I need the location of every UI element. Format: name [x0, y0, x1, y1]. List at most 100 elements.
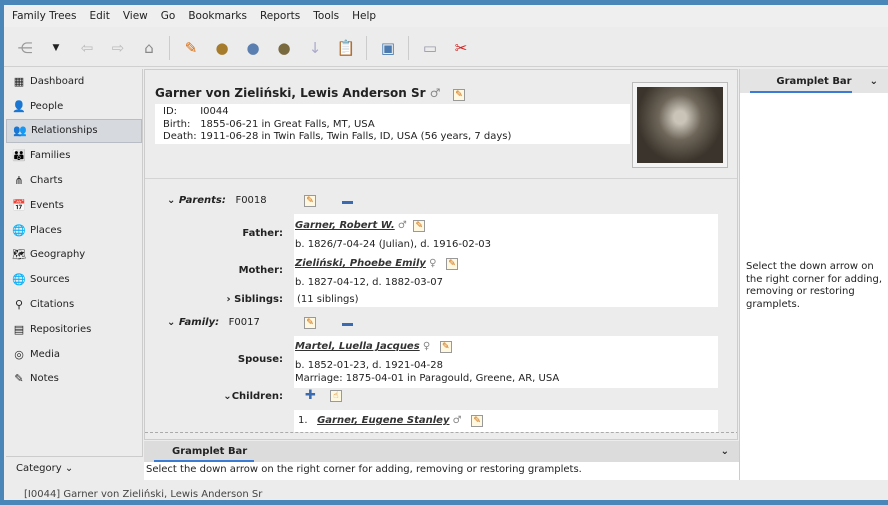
siblings-label: Siblings: — [234, 294, 283, 305]
father-link[interactable]: Garner, Robert W. — [295, 220, 395, 231]
edit-child-icon[interactable]: ✎ — [471, 415, 484, 427]
sidebar-item-families[interactable]: 👪 Families — [6, 143, 142, 168]
dashboard-icon: ▦ — [13, 74, 25, 88]
sidebar-item-places[interactable]: 🌐 Places — [6, 218, 142, 243]
spouse-link[interactable]: Martel, Luella Jacques — [295, 341, 420, 352]
children-label: Children: — [231, 391, 283, 402]
edit-family-icon[interactable]: ✎ — [304, 195, 316, 207]
menu-go[interactable]: Go — [161, 10, 176, 22]
children-toggle[interactable]: ⌄Children: — [153, 391, 283, 402]
sidebar-item-dashboard[interactable]: ▦ Dashboard — [6, 69, 142, 94]
cut-icon[interactable]: ✂ — [450, 37, 472, 59]
menu-bar: Family Trees Edit View Go Bookmarks Reports To… — [4, 5, 888, 27]
family-header[interactable]: ⌄ Family: F0017 — [167, 317, 260, 328]
gramplet-tab[interactable]: Gramplet Bar ⌄ — [740, 69, 888, 93]
status-bar: [I0044] Garner von Zieliński, Lewis Ande… — [4, 483, 888, 505]
geography-icon: 🗺 — [12, 248, 26, 262]
gramplet-tab-label: Gramplet Bar — [172, 446, 248, 457]
menu-family-trees[interactable]: Family Trees — [12, 10, 76, 22]
sidebar-item-label: Citations — [30, 299, 75, 311]
media-icon[interactable]: ▭ — [419, 37, 441, 59]
person-info: ID: I0044 Birth: 1855-06-21 in Great Fal… — [155, 104, 630, 144]
relationships-icon: 👥 — [13, 124, 27, 138]
gramplet-tab[interactable]: Gramplet Bar ⌄ — [144, 441, 739, 462]
sidebar-item-notes[interactable]: ✎ Notes — [6, 367, 142, 392]
add-family-icon[interactable]: ● — [242, 37, 264, 59]
sidebar-item-media[interactable]: ◎ Media — [6, 342, 142, 367]
sidebar-item-relationships[interactable]: 👥 Relationships — [6, 118, 142, 144]
menu-view[interactable]: View — [123, 10, 148, 22]
chevron-down-icon[interactable]: ⌄ — [870, 76, 878, 87]
relationship-view: Garner von Zieliński, Lewis Anderson Sr … — [144, 69, 738, 440]
gramplet-tab-label: Gramplet Bar — [776, 75, 852, 87]
edit-spouse-icon[interactable]: ✎ — [439, 341, 452, 353]
add-child-icon[interactable]: ✚ — [305, 388, 316, 403]
sidebar-item-label: Sources — [30, 274, 70, 286]
forward-icon[interactable]: ⇨ — [107, 37, 129, 59]
tree-icon[interactable]: ⋲ — [14, 37, 36, 59]
media-icon: ◎ — [14, 347, 24, 361]
death-label: Death: — [163, 131, 197, 142]
separator — [169, 35, 170, 60]
add-person-icon[interactable]: ● — [211, 37, 233, 59]
female-icon: ♀ — [422, 341, 431, 352]
edit-family-icon[interactable]: ✎ — [304, 317, 316, 329]
marriage-info: Marriage: 1875-04-01 in Paragould, Green… — [295, 373, 560, 384]
edit-father-icon[interactable]: ✎ — [413, 220, 426, 232]
people-icon[interactable]: ● — [273, 37, 295, 59]
sidebar-item-repositories[interactable]: ▤ Repositories — [6, 317, 142, 342]
edit-person-icon[interactable]: ✎ — [453, 89, 466, 101]
dropdown-icon[interactable]: ▼ — [45, 37, 67, 59]
menu-help[interactable]: Help — [352, 10, 376, 22]
child-link[interactable]: Garner, Eugene Stanley — [317, 415, 449, 426]
chevron-down-icon: ⌄ — [61, 463, 74, 474]
bottom-gramplet-bar: Gramplet Bar ⌄ Select the down arrow on t… — [144, 441, 739, 480]
mother-link[interactable]: Zieliński, Phoebe Emily — [295, 258, 426, 269]
parents-id: F0018 — [235, 195, 267, 206]
charts-icon: ⋔ — [14, 174, 24, 188]
clipboard-icon[interactable]: 📋 — [335, 37, 357, 59]
sidebar-item-events[interactable]: 📅 Events — [6, 193, 142, 218]
spouse-label: Spouse: — [237, 354, 283, 365]
home-icon[interactable]: ⌂ — [138, 37, 160, 59]
status-text: [I0044] Garner von Zieliński, Lewis Ande… — [24, 488, 263, 500]
menu-tools[interactable]: Tools — [313, 10, 339, 22]
parents-header[interactable]: ⌄ Parents: F0018 — [167, 195, 267, 206]
events-icon: 📅 — [12, 198, 26, 212]
sidebar-item-sources[interactable]: 🌐 Sources — [6, 267, 142, 292]
remove-family-icon[interactable] — [342, 201, 353, 204]
edit-mother-icon[interactable]: ✎ — [445, 258, 458, 270]
sidebar-item-geography[interactable]: 🗺 Geography — [6, 243, 142, 268]
mother-label: Mother: — [238, 265, 283, 276]
sidebar-item-label: Notes — [30, 373, 59, 385]
child-number: 1. — [298, 415, 308, 426]
down-arrow-icon[interactable]: ↓ — [304, 37, 326, 59]
siblings-count[interactable]: (11 siblings) — [297, 294, 359, 305]
chevron-down-icon[interactable]: ⌄ — [721, 446, 729, 457]
sidebar-item-people[interactable]: 👤 People — [6, 94, 142, 119]
back-icon[interactable]: ⇦ — [76, 37, 98, 59]
remove-family-icon[interactable] — [342, 323, 353, 326]
family-id: F0017 — [228, 317, 260, 328]
sidebar-item-charts[interactable]: ⋔ Charts — [6, 168, 142, 193]
person-photo[interactable] — [632, 82, 728, 168]
sources-icon: 🌐 — [12, 273, 26, 287]
siblings-toggle[interactable]: › Siblings: — [153, 294, 283, 305]
separator — [408, 35, 409, 60]
death-value: 1911-06-28 in Twin Falls, Twin Falls, ID… — [200, 131, 512, 142]
edit-icon[interactable]: ✎ — [180, 37, 202, 59]
add-existing-child-icon[interactable]: ☝ — [330, 390, 342, 402]
menu-edit[interactable]: Edit — [89, 10, 109, 22]
category-dropdown[interactable]: Category ⌄ — [6, 456, 143, 480]
male-icon: ♂ — [452, 415, 462, 426]
menu-reports[interactable]: Reports — [260, 10, 300, 22]
spouse-dates: b. 1852-01-23, d. 1921-04-28 — [295, 360, 443, 371]
sidebar-item-label: Families — [30, 150, 71, 162]
config-view-icon[interactable]: ▣ — [377, 37, 399, 59]
sidebar-item-citations[interactable]: ⚲ Citations — [6, 292, 142, 317]
gramplet-help-text: Select the down arrow on the right corne… — [746, 261, 882, 310]
menu-bookmarks[interactable]: Bookmarks — [188, 10, 247, 22]
id-label: ID: — [163, 106, 178, 117]
sidebar-item-label: Media — [30, 348, 61, 360]
sidebar-item-label: Events — [30, 199, 64, 211]
